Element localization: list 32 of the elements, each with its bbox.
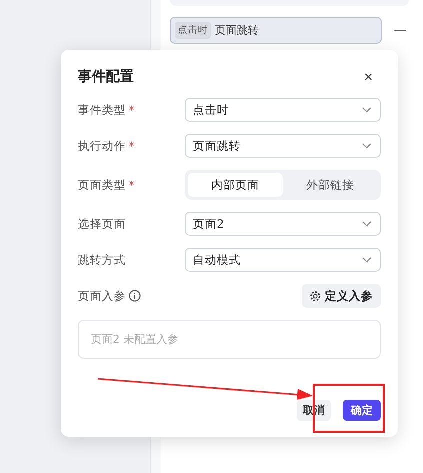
define-params-button[interactable]: 定义入参 [302,284,381,308]
event-label: 页面跳转 [215,23,259,38]
chevron-down-icon [362,257,372,263]
segment-tab[interactable]: 外部链接 [283,173,378,197]
chevron-down-icon [362,221,372,227]
chevron-down-icon [362,107,372,113]
select-field[interactable]: 点击时 [185,98,381,122]
required-mark: * [129,104,134,116]
required-mark: * [129,140,134,152]
event-item[interactable]: 点击时 页面跳转 [170,17,382,44]
select-field[interactable]: 页面2 [185,212,381,236]
chevron-down-icon [362,143,372,149]
settings-icon [310,290,321,302]
select-field[interactable]: 自动模式 [185,248,381,272]
highlight-frame [313,384,385,433]
event-tag: 点击时 [175,22,211,39]
empty-params-text: 页面2 未配置入参 [78,320,381,359]
field-label: 页面类型 [78,178,126,192]
field-label: 执行动作 [78,138,126,154]
field-label: 事件类型 [78,102,126,118]
field-label: 页面入参 [78,288,126,304]
remove-button[interactable]: — [394,23,407,38]
field-label: 跳转方式 [78,252,126,268]
cancel-button[interactable]: 取消 [297,400,331,421]
dialog-title: 事件配置 [78,68,134,86]
field-label: 选择页面 [78,216,126,232]
required-mark: * [129,178,134,192]
segment-tab[interactable]: 内部页面 [188,173,283,197]
close-button[interactable]: × [356,68,381,86]
info-icon [129,290,141,302]
select-field[interactable]: 页面跳转 [185,134,381,158]
confirm-button[interactable]: 确定 [343,400,381,421]
